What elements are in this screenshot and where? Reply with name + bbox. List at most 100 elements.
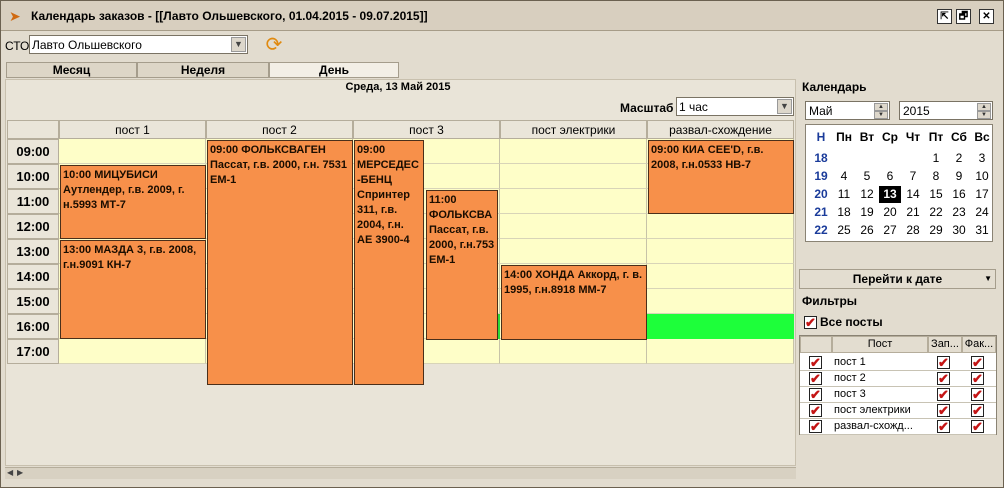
tab-week[interactable]: Неделя <box>137 62 269 78</box>
calendar-day[interactable]: 3 <box>971 150 993 167</box>
actual-checkbox[interactable]: ✔ <box>971 388 984 401</box>
calendar-day[interactable]: 5 <box>856 168 878 185</box>
calendar-day[interactable]: 23 <box>948 204 970 221</box>
post-visible-checkbox[interactable]: ✔ <box>809 388 822 401</box>
actual-checkbox[interactable]: ✔ <box>971 372 984 385</box>
calendar-day[interactable]: 25 <box>833 222 855 239</box>
time-slot[interactable] <box>500 339 647 364</box>
calendar-day[interactable]: 9 <box>948 168 970 185</box>
time-slot[interactable] <box>500 239 647 264</box>
calendar-day[interactable]: 11 <box>833 186 855 203</box>
calendar-day[interactable]: 29 <box>925 222 947 239</box>
calendar-day[interactable]: 21 <box>902 204 924 221</box>
calendar-day[interactable]: 31 <box>971 222 993 239</box>
time-slot[interactable] <box>500 164 647 189</box>
actual-checkbox[interactable]: ✔ <box>971 356 984 369</box>
weekday-header: Пн <box>836 130 852 144</box>
scale-select[interactable]: 1 час ▼ <box>676 97 794 116</box>
spin-down-icon[interactable]: ▼ <box>977 111 991 119</box>
calendar-day[interactable]: 19 <box>856 204 878 221</box>
appointment-event[interactable]: 09:00 МЕРСЕДЕС -БЕНЦ Спринтер 311, г.в. … <box>354 140 424 385</box>
calendar-day[interactable]: 30 <box>948 222 970 239</box>
chevron-down-icon[interactable]: ▼ <box>231 37 246 52</box>
planned-checkbox[interactable]: ✔ <box>937 372 950 385</box>
calendar-day[interactable]: 24 <box>971 204 993 221</box>
weekday-header: Чт <box>905 130 921 144</box>
calendar-day[interactable]: 18 <box>833 204 855 221</box>
filter-header-actual: Фак... <box>962 336 996 353</box>
calendar-day[interactable]: 7 <box>902 168 924 185</box>
filter-post-name: пост 2 <box>834 372 866 384</box>
time-label: 14:00 <box>7 264 59 289</box>
weekday-header: Вт <box>859 130 875 144</box>
appointment-event[interactable]: 09:00 ФОЛЬКСВАГЕН Пассат, г.в. 2000, г.н… <box>207 140 353 385</box>
refresh-icon[interactable]: ⟳ <box>262 34 286 56</box>
appointment-event[interactable]: 14:00 ХОНДА Аккорд, г. в. 1995, г.н.8918… <box>501 265 647 340</box>
calendar-day[interactable]: 14 <box>902 186 924 203</box>
weekday-header: Пт <box>928 130 944 144</box>
time-slot[interactable] <box>647 214 794 239</box>
all-posts-checkbox[interactable]: ✔ <box>804 316 817 329</box>
post-visible-checkbox[interactable]: ✔ <box>809 372 822 385</box>
calendar-day[interactable]: 27 <box>879 222 901 239</box>
calendar-day[interactable]: 22 <box>925 204 947 221</box>
scroll-left-icon[interactable]: ◀ <box>7 468 13 477</box>
appointment-event[interactable]: 13:00 МАЗДА 3, г.в. 2008, г.н.9091 КН-7 <box>60 240 206 339</box>
time-slot[interactable] <box>647 264 794 289</box>
calendar-day[interactable]: 6 <box>879 168 901 185</box>
calendar-day[interactable]: 28 <box>902 222 924 239</box>
time-slot[interactable] <box>59 339 206 364</box>
tab-month[interactable]: Месяц <box>6 62 137 78</box>
close-button[interactable]: ✕ <box>979 9 994 24</box>
month-spinner[interactable]: Май ▲ ▼ <box>805 101 890 120</box>
calendar-day[interactable]: 10 <box>971 168 993 185</box>
post-visible-checkbox[interactable]: ✔ <box>809 404 822 417</box>
post-visible-checkbox[interactable]: ✔ <box>809 420 822 433</box>
post-visible-checkbox[interactable]: ✔ <box>809 356 822 369</box>
goto-date-button[interactable]: Перейти к дате ▼ <box>799 269 996 289</box>
week-number: 21 <box>814 205 828 219</box>
calendar-day[interactable]: 17 <box>971 186 993 203</box>
planned-checkbox[interactable]: ✔ <box>937 356 950 369</box>
scale-select-value: 1 час <box>679 100 708 114</box>
planned-checkbox[interactable]: ✔ <box>937 404 950 417</box>
scroll-right-icon[interactable]: ▶ <box>17 468 23 477</box>
detach-button[interactable]: ⇱ <box>937 9 952 24</box>
column-header: пост 3 <box>353 120 500 139</box>
calendar-day[interactable]: 12 <box>856 186 878 203</box>
chevron-down-icon[interactable]: ▼ <box>777 99 792 114</box>
spin-down-icon[interactable]: ▼ <box>874 111 888 119</box>
time-slot[interactable] <box>500 139 647 164</box>
time-slot[interactable] <box>647 239 794 264</box>
spin-up-icon[interactable]: ▲ <box>977 103 991 111</box>
calendar-day[interactable]: 4 <box>833 168 855 185</box>
actual-checkbox[interactable]: ✔ <box>971 420 984 433</box>
calendar-day[interactable]: 2 <box>948 150 970 167</box>
tab-day[interactable]: День <box>269 62 399 78</box>
sto-select[interactable]: Лавто Ольшевского ▼ <box>29 35 248 54</box>
appointment-event[interactable]: 11:00 ФОЛЬКСВА Пассат, г.в. 2000, г.н.75… <box>426 190 498 340</box>
appointment-event[interactable]: 10:00 МИЦУБИСИ Аутлендер, г.в. 2009, г. … <box>60 165 206 239</box>
chevron-down-icon[interactable]: ▼ <box>984 270 992 288</box>
time-slot[interactable] <box>500 214 647 239</box>
calendar-day[interactable]: 26 <box>856 222 878 239</box>
time-label: 13:00 <box>7 239 59 264</box>
time-slot[interactable] <box>647 289 794 314</box>
planned-checkbox[interactable]: ✔ <box>937 420 950 433</box>
calendar-day[interactable]: 16 <box>948 186 970 203</box>
calendar-day[interactable]: 20 <box>879 204 901 221</box>
appointment-event[interactable]: 09:00 КИА CEE'D, г.в. 2008, г.н.0533 НВ-… <box>648 140 794 214</box>
free-slot-highlight[interactable] <box>647 314 794 339</box>
spin-up-icon[interactable]: ▲ <box>874 103 888 111</box>
calendar-day[interactable]: 8 <box>925 168 947 185</box>
calendar-day[interactable]: 13 <box>879 186 901 203</box>
calendar-day[interactable]: 15 <box>925 186 947 203</box>
time-slot[interactable] <box>647 339 794 364</box>
planned-checkbox[interactable]: ✔ <box>937 388 950 401</box>
time-slot[interactable] <box>59 139 206 164</box>
actual-checkbox[interactable]: ✔ <box>971 404 984 417</box>
year-spinner[interactable]: 2015 ▲ ▼ <box>899 101 993 120</box>
time-slot[interactable] <box>500 189 647 214</box>
calendar-day[interactable]: 1 <box>925 150 947 167</box>
restore-button[interactable]: 🗗 <box>956 9 971 24</box>
